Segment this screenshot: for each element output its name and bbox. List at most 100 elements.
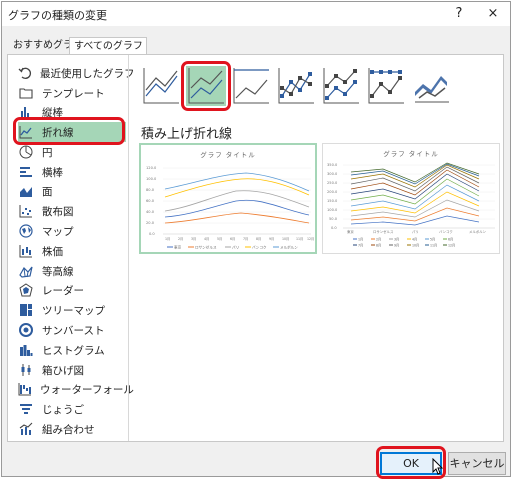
subtype-line[interactable] [141,66,181,106]
y-tick-label: 60.0 [146,199,155,203]
sidebar-item-label: 面 [42,185,53,198]
subtype-100-stacked-line[interactable] [231,66,271,106]
sidebar-item-label: 横棒 [42,166,63,179]
sidebar-item-label: 等高線 [42,265,74,278]
legend-entry: 5月 [430,238,435,242]
close-button[interactable]: × [482,5,504,23]
y-tick-label: 40.0 [146,210,155,214]
chart-category-list: 最近使用したグラフ テンプレート 縦棒 折れ線 円 横棒 面 散布図 マップ 株… [8,55,135,441]
sidebar-item-label: マップ [42,225,74,238]
legend-entry: 9月 [394,244,399,248]
sidebar-item-bar[interactable]: 横棒 [18,162,126,182]
y-tick-label: 20.0 [146,221,155,225]
subtype-line-markers[interactable] [276,66,316,106]
x-tick-label: 東京 [347,229,354,234]
sidebar-item-scatter[interactable]: 散布図 [18,201,126,221]
sidebar-item-waterfall[interactable]: ウォーターフォール [18,379,134,399]
y-tick-label: 350.0 [327,163,338,167]
help-button[interactable]: ? [448,5,470,23]
scatter-chart-icon [18,203,34,219]
y-tick-label: 250.0 [327,181,338,185]
pie-chart-icon [18,144,34,160]
area-chart-icon [18,183,34,199]
combo-chart-icon [18,421,34,437]
x-tick-label: 3月 [191,237,196,241]
sidebar-item-surface[interactable]: 等高線 [18,261,126,281]
subtype-100-stacked-line-markers[interactable] [366,66,406,106]
legend-entry: 6月 [448,238,453,242]
subtype-stacked-line[interactable] [186,66,226,106]
sidebar-item-histogram[interactable]: ヒストグラム [18,340,126,360]
sidebar-item-label: じょうご [42,403,84,416]
sidebar-item-label: ウォーターフォール [40,383,134,396]
legend-entry: 1月 [358,238,363,242]
recent-icon [18,65,32,81]
x-tick-label: 12月 [307,237,314,241]
y-tick-label: 0.0 [331,226,337,230]
legend-entry: 東京 [174,245,182,250]
legend-entry: 11月 [430,244,437,248]
sidebar-item-radar[interactable]: レーダー [18,280,126,300]
sidebar-item-box-whisker[interactable]: 箱ひげ図 [18,360,126,380]
x-tick-label: 2月 [178,237,183,241]
sidebar-item-pie[interactable]: 円 [18,142,126,162]
legend-entry: 7月 [358,244,363,248]
subtype-stacked-line-markers[interactable] [321,66,361,106]
y-tick-label: 50.0 [329,217,338,221]
panel-divider [128,55,129,441]
sidebar-item-line[interactable]: 折れ線 [18,122,126,142]
map-icon [18,223,34,239]
sunburst-icon [18,322,34,338]
sidebar-item-templates[interactable]: テンプレート [18,83,126,103]
sidebar-item-label: 組み合わせ [42,423,95,436]
x-tick-label: 7月 [243,237,248,241]
radar-chart-icon [18,282,34,298]
sidebar-item-map[interactable]: マップ [18,221,126,241]
selected-subtype-title: 積み上げ折れ線 [141,127,233,142]
legend-entry: 3月 [394,238,399,242]
legend-entry: 10月 [412,244,419,248]
x-tick-label: バンコク [439,229,453,234]
legend-entry: ロサンゼルス [195,245,217,250]
sidebar-item-label: ツリーマップ [42,304,105,317]
dialog-title: グラフの種類の変更 [8,9,107,22]
column-chart-icon [18,104,34,120]
sidebar-item-recent[interactable]: 最近使用したグラフ [18,63,135,83]
x-tick-label: 1月 [165,237,170,241]
cancel-button[interactable]: キャンセル [448,452,506,475]
legend-entry: メルボルン [280,245,298,250]
sidebar-item-label: レーダー [42,284,84,297]
x-tick-label: ロサンゼルス [373,229,394,234]
sidebar-item-column[interactable]: 縦棒 [18,102,126,122]
sidebar-item-label: 箱ひげ図 [42,364,84,377]
sidebar-item-label: 縦棒 [42,106,63,119]
x-tick-label: 9月 [269,237,274,241]
x-tick-label: パリ [412,229,419,234]
preview-option-2[interactable]: グラフ タイトル 350.0 300.0 250.0 200.0 150.0 1… [322,143,500,254]
sidebar-item-funnel[interactable]: じょうご [18,399,126,419]
x-tick-label: 10月 [282,237,289,241]
sidebar-item-sunburst[interactable]: サンバースト [18,320,126,340]
legend-entry: パリ [232,245,239,250]
sidebar-item-treemap[interactable]: ツリーマップ [18,300,126,320]
line-chart-icon [18,124,34,140]
legend-entry: 4月 [412,238,417,242]
sidebar-item-area[interactable]: 面 [18,181,126,201]
preview-option-1[interactable]: グラフ タイトル 120.0 100.0 80.0 60.0 40.0 20.0… [139,143,317,254]
sidebar-item-label: ヒストグラム [42,344,105,357]
y-tick-label: 200.0 [327,190,338,194]
sidebar-item-stock[interactable]: 株価 [18,241,126,261]
sidebar-item-label: 最近使用したグラフ [40,67,135,80]
x-tick-label: 8月 [256,237,261,241]
subtype-3d-line[interactable] [411,66,451,106]
sidebar-item-combo[interactable]: 組み合わせ [18,419,126,439]
y-tick-label: 100.0 [327,208,338,212]
surface-chart-icon [18,263,34,279]
legend-entry: バンコク [252,245,267,250]
chart-type-panel: 最近使用したグラフ テンプレート 縦棒 折れ線 円 横棒 面 散布図 マップ 株… [7,54,504,442]
sidebar-item-label: 円 [42,146,53,159]
x-tick-label: 5月 [217,237,222,241]
bar-chart-icon [18,164,34,180]
y-tick-label: 0.0 [149,232,155,236]
sidebar-item-label: 株価 [42,245,63,258]
